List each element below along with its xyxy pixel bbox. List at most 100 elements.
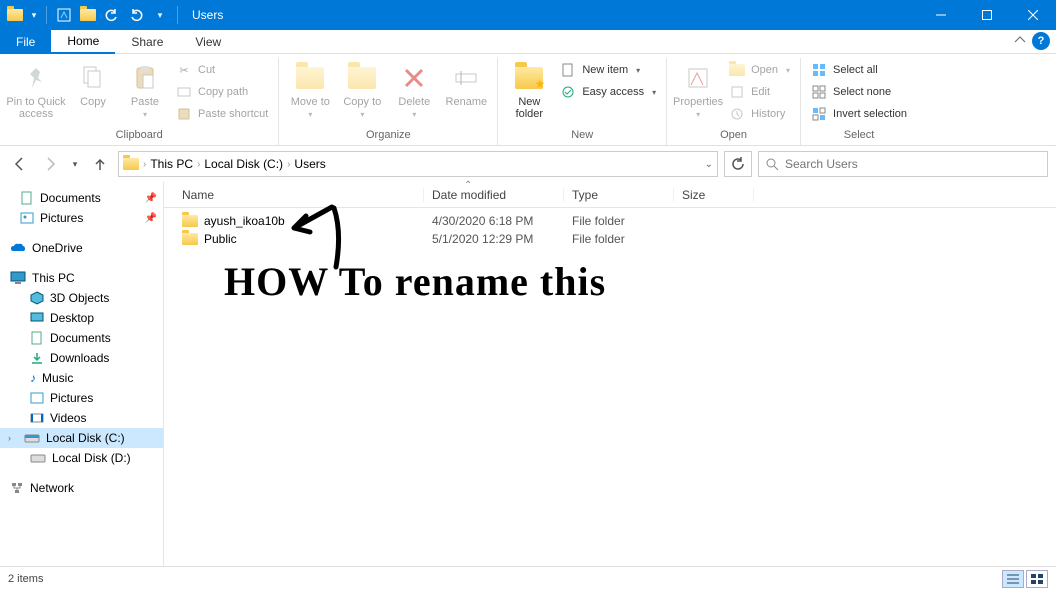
copy-to-icon — [346, 62, 378, 94]
crumb-users[interactable]: Users — [294, 157, 325, 171]
properties-icon — [682, 62, 714, 94]
navigation-pane: Documents📌 Pictures📌 ›OneDrive ⌄This PC … — [0, 182, 164, 566]
qat-newfolder-icon[interactable] — [77, 4, 99, 26]
address-bar[interactable]: › This PC › Local Disk (C:) › Users ⌄ — [118, 151, 718, 177]
select-all-button[interactable]: Select all — [807, 60, 911, 80]
help-icon[interactable]: ? — [1032, 32, 1050, 50]
chevron-down-icon: ⌄ — [0, 273, 4, 284]
move-to-button[interactable]: Move to▾ — [285, 58, 335, 127]
paste-button[interactable]: Paste ▾ — [120, 58, 170, 127]
pin-to-quick-access-button[interactable]: Pin to Quick access — [6, 58, 66, 127]
close-button[interactable] — [1010, 0, 1056, 30]
search-box[interactable] — [758, 151, 1048, 177]
copy-path-button[interactable]: Copy path — [172, 82, 272, 102]
nav-videos[interactable]: Videos — [0, 408, 163, 428]
file-tab[interactable]: File — [0, 30, 51, 54]
delete-button[interactable]: Delete▾ — [389, 58, 439, 127]
group-label-new: New — [504, 127, 660, 143]
drive-icon — [30, 452, 46, 464]
network-icon — [10, 481, 24, 495]
details-view-button[interactable] — [1002, 570, 1024, 588]
ribbon-group-clipboard: Pin to Quick access Copy Paste ▾ ✂Cut Co… — [0, 58, 279, 145]
large-icons-view-button[interactable] — [1026, 570, 1048, 588]
recent-locations-button[interactable]: ▾ — [68, 152, 82, 176]
search-icon — [765, 157, 779, 171]
nav-local-disk-d[interactable]: Local Disk (D:) — [0, 448, 163, 468]
nav-documents-quick[interactable]: Documents📌 — [0, 188, 163, 208]
history-icon — [729, 106, 745, 122]
group-label-open: Open — [673, 127, 794, 143]
group-label-select: Select — [807, 127, 911, 143]
refresh-button[interactable] — [724, 151, 752, 177]
new-item-button[interactable]: New item▾ — [556, 60, 660, 80]
downloads-icon — [30, 351, 44, 365]
paste-shortcut-button[interactable]: Paste shortcut — [172, 104, 272, 124]
col-date[interactable]: Date modified — [424, 188, 564, 202]
window-title: Users — [192, 8, 223, 22]
search-input[interactable] — [785, 157, 1041, 171]
move-to-icon — [294, 62, 326, 94]
window-controls — [918, 0, 1056, 30]
chevron-right-icon: › — [0, 243, 4, 253]
nav-network[interactable]: ›Network — [0, 478, 163, 498]
address-folder-icon — [123, 158, 139, 170]
crumb-localc[interactable]: Local Disk (C:) — [204, 157, 283, 171]
history-button[interactable]: History — [725, 104, 794, 124]
view-tab[interactable]: View — [179, 30, 237, 54]
nav-thispc[interactable]: ⌄This PC — [0, 268, 163, 288]
open-button[interactable]: Open▾ — [725, 60, 794, 80]
open-icon — [729, 62, 745, 78]
edit-button[interactable]: Edit — [725, 82, 794, 102]
crumb-thispc[interactable]: This PC — [150, 157, 193, 171]
col-type[interactable]: Type — [564, 188, 674, 202]
share-tab[interactable]: Share — [115, 30, 179, 54]
qat-properties-icon[interactable] — [53, 4, 75, 26]
address-dropdown-icon[interactable]: ⌄ — [705, 159, 713, 170]
easy-access-button[interactable]: Easy access▾ — [556, 82, 660, 102]
thispc-icon — [10, 271, 26, 285]
maximize-button[interactable] — [964, 0, 1010, 30]
paste-icon — [129, 62, 161, 94]
qat-redo-icon[interactable] — [125, 4, 147, 26]
paste-shortcut-icon — [176, 106, 192, 122]
desktop-icon — [30, 311, 44, 325]
nav-3d-objects[interactable]: 3D Objects — [0, 288, 163, 308]
select-none-button[interactable]: Select none — [807, 82, 911, 102]
rename-button[interactable]: Rename — [441, 58, 491, 127]
col-size[interactable]: Size — [674, 188, 754, 202]
back-button[interactable] — [8, 152, 32, 176]
qat-undo-icon[interactable] — [101, 4, 123, 26]
nav-local-disk-c[interactable]: ›Local Disk (C:) — [0, 428, 163, 448]
status-bar: 2 items — [0, 566, 1056, 590]
nav-music[interactable]: ♪Music — [0, 368, 163, 388]
forward-button[interactable] — [38, 152, 62, 176]
up-button[interactable] — [88, 152, 112, 176]
videos-icon — [30, 411, 44, 425]
select-all-icon — [811, 62, 827, 78]
home-tab[interactable]: Home — [51, 30, 115, 54]
qat-dropdown-icon[interactable]: ▾ — [28, 4, 40, 26]
main-area: Documents📌 Pictures📌 ›OneDrive ⌄This PC … — [0, 182, 1056, 566]
invert-selection-button[interactable]: Invert selection — [807, 104, 911, 124]
new-folder-button[interactable]: New folder — [504, 58, 554, 127]
nav-onedrive[interactable]: ›OneDrive — [0, 238, 163, 258]
music-icon: ♪ — [30, 371, 36, 385]
nav-pictures-quick[interactable]: Pictures📌 — [0, 208, 163, 228]
nav-downloads[interactable]: Downloads — [0, 348, 163, 368]
cut-button[interactable]: ✂Cut — [172, 60, 272, 80]
nav-documents[interactable]: Documents — [0, 328, 163, 348]
qat-folder-icon[interactable] — [4, 4, 26, 26]
collapse-ribbon-icon[interactable] — [1014, 34, 1026, 46]
minimize-button[interactable] — [918, 0, 964, 30]
copy-button[interactable]: Copy — [68, 58, 118, 127]
qat-more-icon[interactable]: ▾ — [149, 4, 171, 26]
folder-icon — [182, 215, 198, 227]
file-list: ⌃ Name Date modified Type Size ayush_iko… — [164, 182, 1056, 566]
nav-desktop[interactable]: Desktop — [0, 308, 163, 328]
obj3d-icon — [30, 291, 44, 305]
titlebar: ▾ ▾ Users — [0, 0, 1056, 30]
nav-pictures[interactable]: Pictures — [0, 388, 163, 408]
document-icon — [30, 331, 44, 345]
copy-to-button[interactable]: Copy to▾ — [337, 58, 387, 127]
properties-button[interactable]: Properties▾ — [673, 58, 723, 127]
